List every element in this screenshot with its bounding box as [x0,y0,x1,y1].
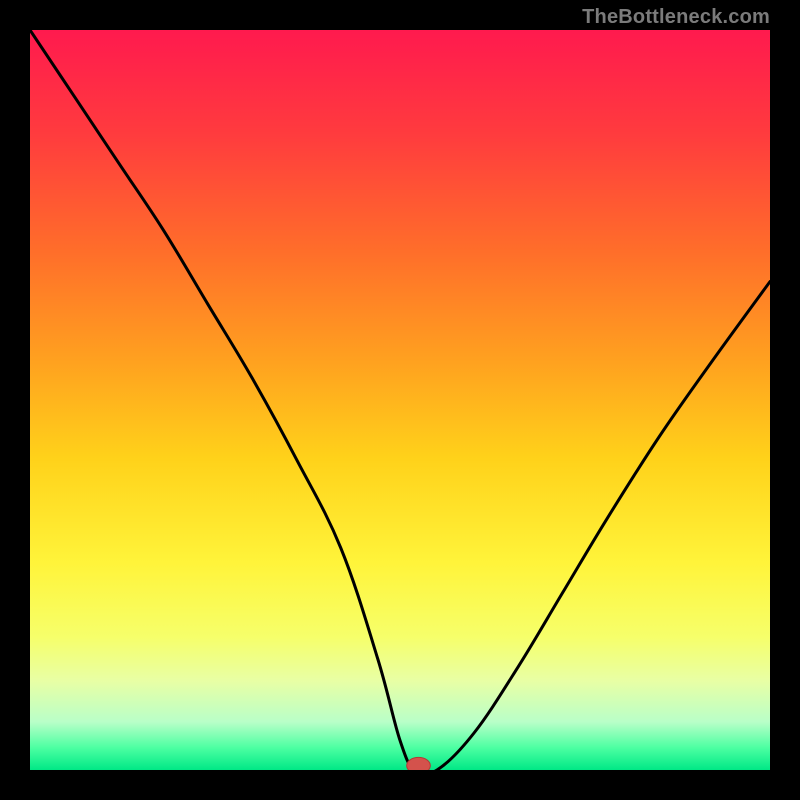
gradient-background [30,30,770,770]
chart-area [30,30,770,770]
bottleneck-chart [30,30,770,770]
optimal-point-marker [407,757,431,770]
watermark-text: TheBottleneck.com [582,6,770,29]
